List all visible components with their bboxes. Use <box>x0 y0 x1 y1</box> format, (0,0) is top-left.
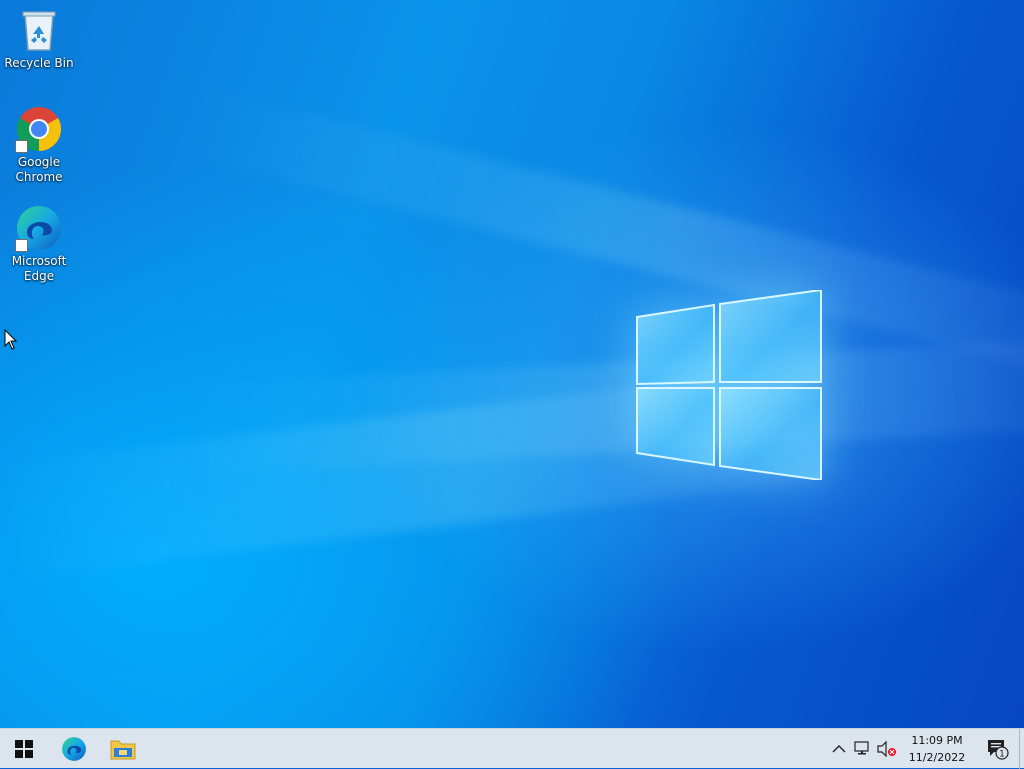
shortcut-arrow-icon <box>15 239 28 252</box>
edge-icon <box>62 737 86 761</box>
edge-icon <box>15 204 63 252</box>
clock-date: 11/2/2022 <box>908 751 966 764</box>
system-tray: 11:09 PM 11/2/2022 1 <box>827 729 1024 769</box>
taskbar-clock[interactable]: 11:09 PM 11/2/2022 <box>903 732 971 766</box>
edge-taskbar-button[interactable] <box>50 729 98 769</box>
desktop[interactable]: Recycle Bin Google Chrome Microsoft Edge <box>0 0 1024 728</box>
chevron-up-icon[interactable] <box>827 737 851 761</box>
taskbar: 11:09 PM 11/2/2022 1 <box>0 728 1024 769</box>
notification-count: 1 <box>999 749 1005 759</box>
chrome-icon <box>15 105 63 153</box>
file-explorer-button[interactable] <box>99 729 147 769</box>
desktop-icon-label: Microsoft Edge <box>11 254 67 283</box>
windows-logo-icon <box>15 740 33 758</box>
mouse-pointer-icon <box>4 329 18 350</box>
clock-time: 11:09 PM <box>911 734 963 747</box>
desktop-icon-label: Google Chrome <box>15 155 63 184</box>
show-desktop-button[interactable] <box>1019 729 1024 769</box>
volume-muted-icon[interactable] <box>875 737 899 761</box>
network-icon[interactable] <box>851 737 875 761</box>
desktop-icon-area: Recycle Bin Google Chrome Microsoft Edge <box>0 0 80 300</box>
start-button[interactable] <box>0 729 48 769</box>
desktop-icon-recycle-bin[interactable]: Recycle Bin <box>2 6 76 71</box>
desktop-icon-label: Recycle Bin <box>4 56 74 70</box>
windows-wallpaper-logo <box>636 290 822 480</box>
light-ray <box>191 89 1024 375</box>
recycle-bin-icon <box>15 6 63 54</box>
notification-icon: 1 <box>988 740 1009 760</box>
desktop-icon-microsoft-edge[interactable]: Microsoft Edge <box>2 204 76 284</box>
desktop-icon-google-chrome[interactable]: Google Chrome <box>2 105 76 185</box>
action-center-button[interactable]: 1 <box>977 729 1019 769</box>
shortcut-arrow-icon <box>15 140 28 153</box>
folder-icon <box>110 740 136 760</box>
